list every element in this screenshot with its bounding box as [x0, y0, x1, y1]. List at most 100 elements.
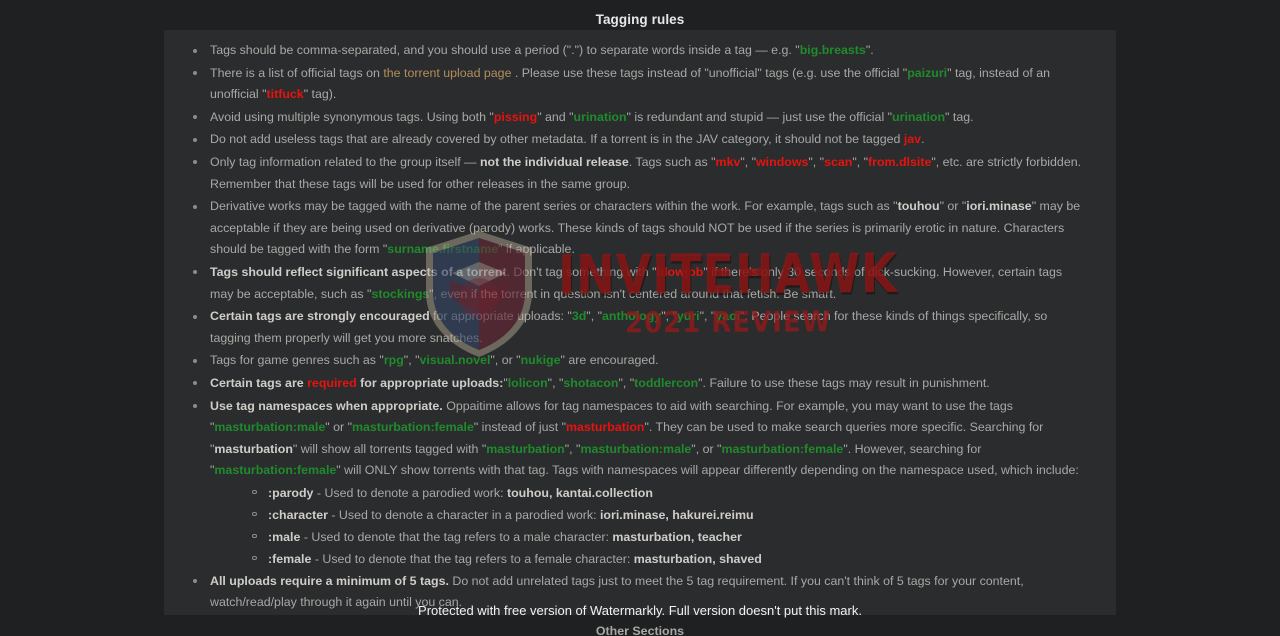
rule-text-fragment: anthology [601, 309, 662, 324]
rule-item-tag-namespaces: Use tag namespaces when appropriate. Opp… [164, 396, 1088, 570]
rule-text-fragment: lolicon [507, 375, 548, 390]
rule-text-fragment: required [307, 375, 357, 390]
rule-text-fragment: Tags should be comma-separated, and you … [210, 43, 800, 57]
rule-text-fragment: masturbation:female [214, 463, 337, 478]
rule-text-fragment: Use tag namespaces when appropriate. [210, 398, 443, 413]
hollow-bullet-icon [252, 511, 257, 517]
rule-text-fragment: . [921, 132, 925, 147]
bullet-icon [193, 115, 197, 120]
rule-item-avoid-synonyms: Avoid using multiple synonymous tags. Us… [164, 107, 1088, 129]
rule-text-fragment: Only tag information related to the grou… [210, 154, 480, 169]
rule-item-comma-separated: Tags should be comma-separated, and you … [164, 40, 1088, 62]
rule-text-fragment: pissing [493, 109, 538, 124]
rule-text-fragment: ", " [699, 309, 716, 324]
bullet-icon [193, 579, 197, 584]
rule-text-fragment: ", " [403, 353, 420, 368]
rule-item-derivative-works: Derivative works may be tagged with the … [164, 196, 1088, 261]
upload-page-link[interactable]: the torrent upload page [383, 66, 511, 80]
rule-text-fragment: toddlercon [634, 375, 699, 390]
rule-text-fragment: Derivative works may be tagged with the … [210, 199, 898, 214]
rule-text-fragment: masturbation [486, 441, 565, 456]
rule-text-fragment: Certain tags are [210, 375, 308, 390]
rule-text-fragment: windows [756, 154, 809, 169]
rule-text-fragment: " will show all torrents tagged with " [292, 441, 487, 456]
rule-text-fragment: 3d [571, 309, 587, 324]
other-sections-heading: Other Sections [595, 624, 685, 636]
rule-text-fragment: ", " [852, 154, 868, 169]
rule-text-fragment: ", " [547, 375, 564, 390]
rule-item-game-genres: Tags for game genres such as "rpg", "vis… [164, 350, 1088, 372]
rule-text-fragment: surname.firstname [387, 242, 499, 257]
rule-item-required-tags: Certain tags are required for appropriat… [164, 373, 1088, 395]
rule-text-fragment: :male [268, 529, 301, 544]
rule-text-fragment: - Used to denote a character in a parodi… [327, 507, 600, 522]
rule-text-fragment: . Please use these tags instead of "unof… [511, 65, 908, 80]
hollow-bullet-icon [252, 489, 257, 495]
rule-text-fragment: masturbation:female [351, 420, 474, 435]
rule-text-fragment: yuri [676, 309, 700, 324]
rule-text-fragment: masturbation:male [214, 420, 326, 435]
rule-text-fragment: - Used to denote that the tag refers to … [300, 529, 613, 544]
rule-text-fragment: yaoi [715, 309, 741, 324]
rule-text-fragment: :female [268, 551, 312, 566]
hollow-bullet-icon [252, 533, 257, 539]
bullet-icon [193, 358, 197, 363]
rule-text-fragment: masturbation [214, 441, 293, 456]
rule-text-fragment: - Used to denote a parodied work: [313, 485, 507, 500]
rule-text-fragment: big.breasts [799, 43, 866, 57]
rule-text-fragment: blowjob [656, 264, 704, 279]
rule-text-fragment: masturbation, shaved [633, 551, 762, 566]
rule-text-fragment: ", even if the torrent in question isn't… [429, 286, 837, 301]
rule-text-fragment: mkv [715, 154, 741, 169]
rule-text-fragment: Do not add useless tags that are already… [210, 132, 904, 147]
rule-text-fragment: for appropriate uploads: " [429, 309, 572, 324]
rule-text-fragment: All uploads require a minimum of 5 tags. [210, 573, 449, 588]
tagging-rules-panel: Tags should be comma-separated, and you … [164, 30, 1116, 615]
sub-rule-item-namespace-character: :character - Used to denote a character … [210, 504, 1088, 526]
rule-text-fragment: iori.minase, hakurei.reimu [599, 507, 754, 522]
hollow-bullet-icon [252, 555, 257, 561]
rule-text-fragment: - Used to denote that the tag refers to … [311, 551, 634, 566]
rule-text-fragment: " or " [325, 420, 352, 435]
rule-text-fragment: Tags for game genres such as " [210, 353, 384, 368]
rule-item-significant-aspects: Tags should reflect significant aspects … [164, 262, 1088, 305]
rule-text-fragment: masturbation [565, 420, 645, 435]
rule-text-fragment: titfuck [266, 87, 304, 102]
bullet-icon [193, 270, 197, 275]
bullet-icon [193, 137, 197, 142]
bullet-icon [193, 204, 197, 209]
rule-text-fragment: :character [268, 507, 328, 522]
rule-text-fragment: rpg [383, 353, 404, 368]
rule-text-fragment: Avoid using multiple synonymous tags. Us… [210, 109, 494, 124]
rule-text-fragment: " instead of just " [473, 420, 566, 435]
rule-text-fragment: ", or " [490, 353, 521, 368]
rule-text-fragment: . Don't tag something with " [506, 264, 657, 279]
rule-item-no-useless-tags: Do not add useless tags that are already… [164, 129, 1088, 151]
bullet-icon [193, 48, 197, 53]
rule-text-fragment: ". Failure to use these tags may result … [698, 375, 990, 390]
rule-text-fragment: Certain tags are strongly encouraged [210, 309, 430, 324]
rule-item-official-tags-list: There is a list of official tags on the … [164, 63, 1088, 106]
sub-rule-item-namespace-parody: :parody - Used to denote a parodied work… [210, 482, 1088, 504]
rule-text-fragment: Tags should reflect significant aspects … [210, 264, 507, 279]
rule-text-fragment: " are encouraged. [560, 353, 659, 368]
rules-list: Tags should be comma-separated, and you … [164, 30, 1116, 615]
page-title: Tagging rules [595, 12, 685, 27]
rule-text-fragment: " if applicable. [498, 242, 575, 257]
rule-text-fragment: ", " [808, 154, 825, 169]
rule-text-fragment: stockings [371, 286, 430, 301]
rule-text-fragment: shotacon [563, 375, 619, 390]
rule-text-fragment: " is redundant and stupid — just use the… [626, 109, 893, 124]
rule-text-fragment: for appropriate uploads: [356, 375, 504, 390]
namespace-sublist: :parody - Used to denote a parodied work… [210, 482, 1088, 570]
rule-text-fragment: touhou, kantai.collection [506, 485, 653, 500]
rule-text-fragment: urination [892, 109, 946, 124]
sub-rule-item-namespace-female: :female - Used to denote that the tag re… [210, 548, 1088, 570]
rule-text-fragment: masturbation, teacher [612, 529, 742, 544]
rule-text-fragment: ". [865, 43, 874, 57]
rule-text-fragment: There is a list of official tags on [210, 65, 384, 80]
sub-rule-item-namespace-male: :male - Used to denote that the tag refe… [210, 526, 1088, 548]
rule-text-fragment: " and " [537, 109, 574, 124]
rule-text-fragment: masturbation:female [721, 441, 844, 456]
bullet-icon [193, 381, 197, 386]
